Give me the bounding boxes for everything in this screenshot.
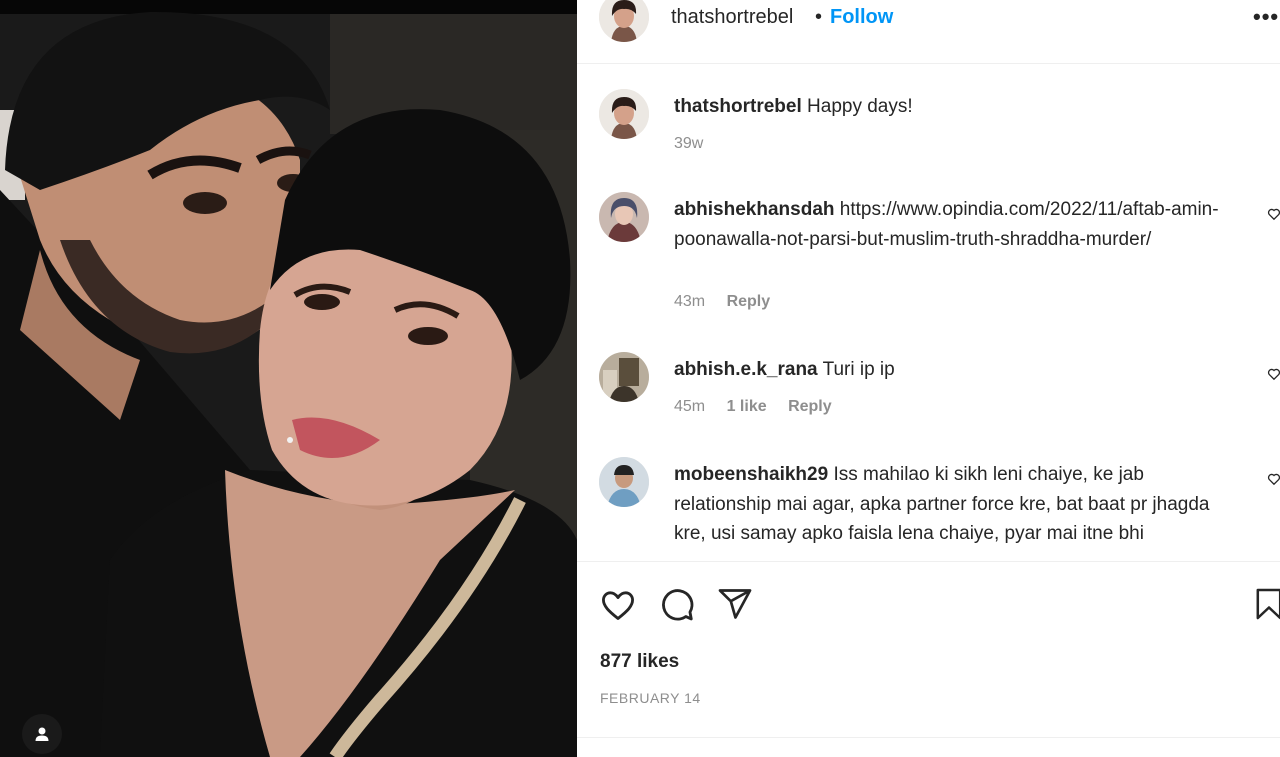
caption-body: Happy days! bbox=[807, 96, 913, 117]
post-detail-panel: thatshortrebel • Follow ••• thatshortreb… bbox=[577, 0, 1280, 757]
reply-button[interactable]: Reply bbox=[788, 398, 832, 415]
comment-meta: 45m 1 like Reply bbox=[674, 398, 849, 416]
comments-list[interactable]: thatshortrebel Happy days! 39w abhishekh… bbox=[577, 65, 1280, 560]
comment-meta: 43m Reply bbox=[674, 293, 787, 311]
comment-like-count[interactable]: 1 like bbox=[727, 398, 767, 415]
comment-username[interactable]: abhishekhansdah bbox=[674, 199, 835, 220]
caption-username[interactable]: thatshortrebel bbox=[674, 96, 802, 117]
profile-picture bbox=[599, 457, 649, 507]
bookmark-icon[interactable] bbox=[1255, 586, 1280, 622]
comment-time[interactable]: 43m bbox=[674, 293, 705, 310]
profile-picture bbox=[599, 89, 649, 139]
heart-icon[interactable] bbox=[1267, 207, 1280, 221]
post-image bbox=[0, 0, 577, 757]
heart-icon[interactable] bbox=[1267, 472, 1280, 486]
post-author-username[interactable]: thatshortrebel bbox=[671, 6, 793, 29]
more-options-icon[interactable]: ••• bbox=[1253, 4, 1279, 30]
share-icon[interactable] bbox=[717, 586, 753, 622]
comment-username[interactable]: mobeenshaikh29 bbox=[674, 464, 828, 485]
heart-icon[interactable] bbox=[1267, 367, 1280, 381]
separator-dot: • bbox=[815, 6, 823, 28]
avatar[interactable] bbox=[599, 0, 649, 42]
follow-button[interactable]: Follow bbox=[830, 6, 893, 29]
user-tag-button[interactable] bbox=[22, 714, 62, 754]
post-photo[interactable] bbox=[0, 0, 577, 757]
comment-text: abhish.e.k_rana Turi ip ip bbox=[674, 355, 1244, 385]
caption-text: thatshortrebel Happy days! bbox=[674, 92, 1244, 122]
post-actions: 877 likes FEBRUARY 14 bbox=[577, 561, 1280, 737]
avatar[interactable] bbox=[599, 89, 649, 139]
caption-meta: 39w bbox=[674, 135, 720, 153]
comment-text: mobeenshaikh29 Iss mahilao ki sikh leni … bbox=[674, 460, 1244, 549]
comment-body: Turi ip ip bbox=[822, 359, 895, 380]
reply-button[interactable]: Reply bbox=[727, 293, 771, 310]
caption-time[interactable]: 39w bbox=[674, 135, 703, 152]
avatar[interactable] bbox=[599, 457, 649, 507]
divider bbox=[577, 737, 1280, 738]
avatar[interactable] bbox=[599, 352, 649, 402]
comment-time[interactable]: 45m bbox=[674, 398, 705, 415]
comment-text: abhishekhansdah https://www.opindia.com/… bbox=[674, 195, 1244, 254]
profile-picture bbox=[599, 352, 649, 402]
likes-count[interactable]: 877 likes bbox=[600, 651, 679, 673]
profile-picture bbox=[599, 0, 649, 42]
comment-icon[interactable] bbox=[658, 586, 696, 624]
post-header: thatshortrebel • Follow ••• bbox=[577, 0, 1280, 64]
post-date[interactable]: FEBRUARY 14 bbox=[600, 690, 701, 706]
heart-icon[interactable] bbox=[599, 586, 637, 624]
comment-username[interactable]: abhish.e.k_rana bbox=[674, 359, 818, 380]
profile-picture bbox=[599, 192, 649, 242]
avatar[interactable] bbox=[599, 192, 649, 242]
user-tag-icon bbox=[35, 727, 49, 741]
